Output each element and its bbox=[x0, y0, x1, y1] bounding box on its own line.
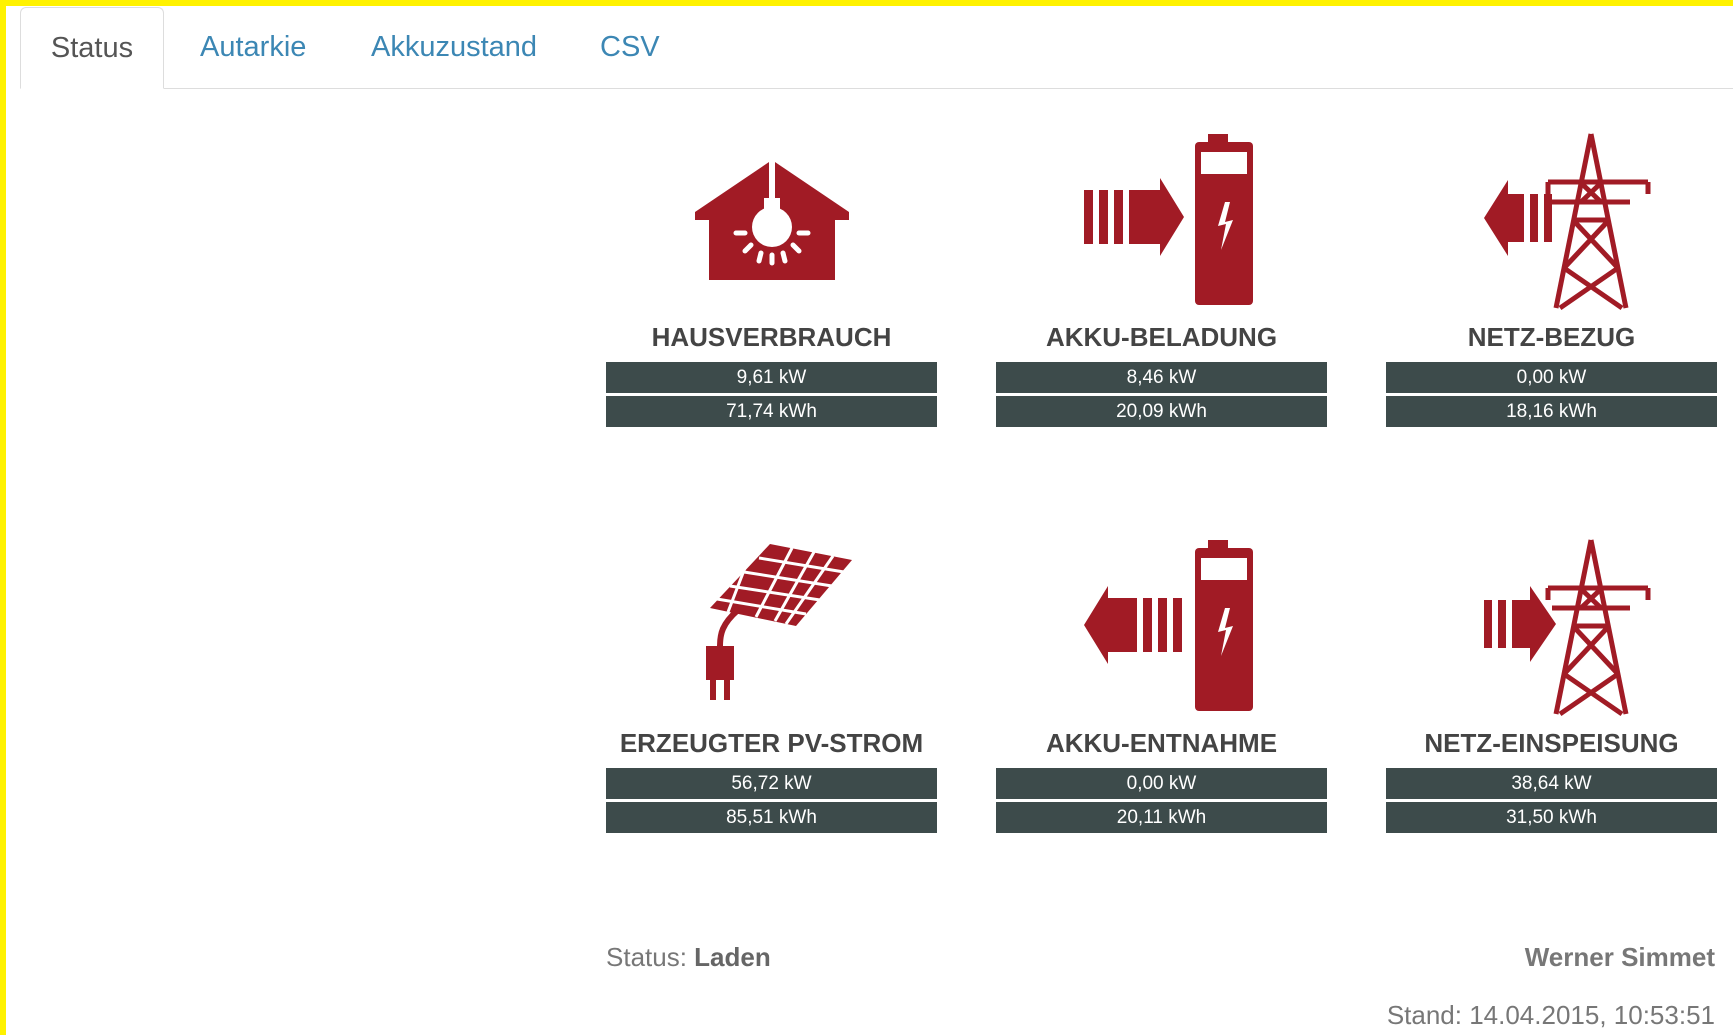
battery-discharging-icon bbox=[996, 534, 1327, 719]
power-value: 9,61 kW bbox=[606, 362, 937, 393]
power-value: 8,46 kW bbox=[996, 362, 1327, 393]
tile-title: ERZEUGTER PV-STROM bbox=[619, 728, 924, 758]
tile-title: NETZ-BEZUG bbox=[1467, 322, 1636, 352]
energy-value: 20,09 kWh bbox=[996, 396, 1327, 427]
timestamp: Stand: 14.04.2015, 10:53:51 bbox=[1386, 1000, 1715, 1030]
tab-bar: Status Autarkie Akkuzustand CSV bbox=[20, 7, 1733, 89]
tile-title: AKKU-ENTNAHME bbox=[1045, 728, 1278, 758]
status-line: Status: Laden bbox=[606, 942, 771, 973]
house-lightbulb-icon bbox=[606, 128, 937, 313]
power-value: 38,64 kW bbox=[1386, 768, 1717, 799]
power-value: 56,72 kW bbox=[606, 768, 937, 799]
grid-export-icon bbox=[1386, 534, 1717, 719]
status-label: Status: bbox=[606, 942, 687, 972]
status-value: Laden bbox=[694, 942, 771, 972]
energy-value: 18,16 kWh bbox=[1386, 396, 1717, 427]
grid-import-icon bbox=[1386, 128, 1717, 313]
power-value: 0,00 kW bbox=[1386, 362, 1717, 393]
solar-panel-plug-icon bbox=[606, 534, 937, 719]
energy-value: 85,51 kWh bbox=[606, 802, 937, 833]
tab-akkuzustand[interactable]: Akkuzustand bbox=[371, 7, 537, 88]
energy-value: 71,74 kWh bbox=[606, 396, 937, 427]
power-value: 0,00 kW bbox=[996, 768, 1327, 799]
tab-status[interactable]: Status bbox=[20, 7, 164, 89]
tile-title: HAUSVERBRAUCH bbox=[651, 322, 892, 352]
battery-charging-icon bbox=[996, 128, 1327, 313]
owner-name: Werner Simmet bbox=[1524, 942, 1715, 972]
tile-title: AKKU-BELADUNG bbox=[1045, 322, 1278, 352]
tab-csv[interactable]: CSV bbox=[600, 7, 660, 88]
energy-value: 31,50 kWh bbox=[1386, 802, 1717, 833]
tab-autarkie[interactable]: Autarkie bbox=[200, 7, 306, 88]
tile-title: NETZ-EINSPEISUNG bbox=[1424, 728, 1679, 758]
energy-value: 20,11 kWh bbox=[996, 802, 1327, 833]
